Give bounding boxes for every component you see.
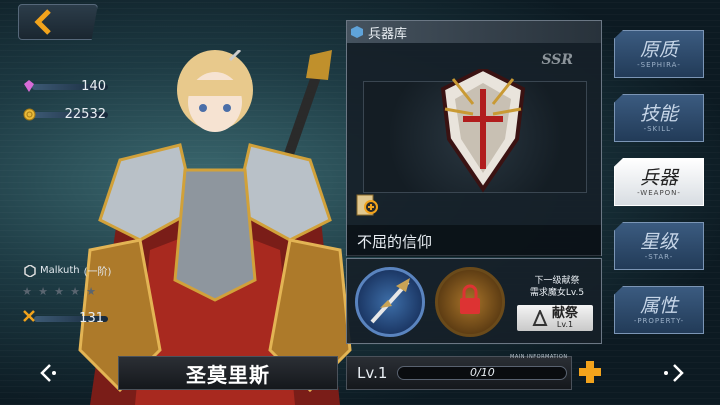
cube-icon bbox=[351, 26, 363, 38]
weapon-skill-row: 下一级献祭 需求魔女Lv.5 献祭 Lv.1 bbox=[346, 258, 602, 344]
star-icon: ★ bbox=[70, 285, 80, 298]
power-value: 131 bbox=[79, 310, 104, 326]
star-rating: ★ ★ ★ ★ ★ bbox=[20, 286, 98, 298]
weapon-panel: 兵器库 SSR 不屈的信仰 bbox=[346, 20, 602, 257]
lock-icon bbox=[460, 284, 480, 314]
character-name: 圣莫里斯 bbox=[118, 356, 338, 390]
offering-line-1: 下一级献祭 bbox=[534, 276, 580, 286]
offering-button-label: 献祭 bbox=[551, 306, 578, 321]
tab-label-en: -PROPERTY- bbox=[633, 317, 685, 325]
tab-label-cn: 原质 bbox=[639, 39, 678, 61]
back-button[interactable] bbox=[18, 4, 98, 40]
tab-label-en: -STAR- bbox=[644, 253, 674, 261]
star-icon: ★ bbox=[38, 285, 48, 298]
main-info-caption: MAIN INFORMATION bbox=[510, 354, 568, 360]
character-portrait bbox=[78, 50, 352, 405]
panel-header: 兵器库 bbox=[347, 21, 601, 43]
hexagon-icon bbox=[24, 264, 36, 277]
offering-line-2: 需求魔女Lv.5 bbox=[529, 288, 585, 298]
tab-label-cn: 兵器 bbox=[639, 167, 678, 189]
panel-title: 兵器库 bbox=[368, 26, 408, 42]
tab-label-cn: 技能 bbox=[639, 103, 678, 125]
tab-skill[interactable]: 技能 -SKILL- bbox=[614, 94, 704, 142]
next-character-button[interactable] bbox=[660, 358, 690, 388]
star-icon: ★ bbox=[54, 285, 64, 298]
level-label: Lv.1 bbox=[357, 364, 388, 382]
tab-label-en: -SKILL- bbox=[643, 125, 675, 133]
magnify-scroll-icon bbox=[356, 194, 378, 216]
locked-skill-icon[interactable] bbox=[435, 267, 505, 337]
exp-track: 0/10 bbox=[397, 366, 568, 380]
plus-icon bbox=[579, 361, 601, 383]
sephira-name: Malkuth bbox=[40, 265, 80, 276]
prev-character-button[interactable] bbox=[32, 358, 62, 388]
tab-property[interactable]: 属性 -PROPERTY- bbox=[614, 286, 704, 334]
weapon-name: 不屈的信仰 bbox=[347, 225, 601, 257]
level-bar: Lv.1 0/10 bbox=[346, 356, 572, 390]
chevron-right-icon bbox=[664, 364, 684, 382]
sacrifice-icon bbox=[532, 310, 548, 326]
offering-info: 下一级献祭 需求魔女Lv.5 bbox=[517, 275, 597, 299]
tab-weapon[interactable]: 兵器 -WEAPON- bbox=[614, 158, 704, 206]
sephira-rank: (一阶) bbox=[83, 267, 112, 278]
back-arrow-icon bbox=[34, 9, 51, 35]
exp-text: 0/10 bbox=[470, 366, 495, 379]
shield-weapon-image[interactable] bbox=[433, 69, 533, 193]
level-up-plus-button[interactable] bbox=[576, 358, 604, 386]
coin-value: 22532 bbox=[64, 106, 106, 122]
offering-button-level: Lv.1 bbox=[556, 320, 574, 329]
sephira-label: Malkuth (一阶) bbox=[24, 263, 111, 278]
tab-label-en: -SEPHIRA- bbox=[637, 61, 681, 69]
star-icon: ★ bbox=[86, 285, 96, 298]
sword-cross-icon bbox=[22, 309, 36, 327]
rarity-badge: SSR bbox=[541, 52, 573, 68]
chevron-left-icon bbox=[40, 364, 56, 382]
power-stat: 131 bbox=[22, 308, 108, 328]
tab-sephira[interactable]: 原质 -SEPHIRA- bbox=[614, 30, 704, 78]
crystal-counter: 140 bbox=[22, 76, 108, 96]
star-icon: ★ bbox=[22, 285, 32, 298]
offering-button[interactable]: 献祭 Lv.1 bbox=[517, 305, 593, 331]
crystal-icon bbox=[22, 79, 36, 93]
tab-label-en: -WEAPON- bbox=[637, 189, 681, 197]
coin-counter: 22532 bbox=[22, 104, 108, 124]
coin-icon bbox=[22, 107, 36, 121]
view-details-button[interactable] bbox=[355, 193, 381, 217]
wing-icon bbox=[370, 278, 410, 324]
weapon-skill-icon[interactable] bbox=[355, 267, 425, 337]
tab-star[interactable]: 星级 -STAR- bbox=[614, 222, 704, 270]
tab-label-cn: 属性 bbox=[639, 295, 678, 317]
crystal-value: 140 bbox=[81, 78, 106, 94]
tab-label-cn: 星级 bbox=[639, 231, 678, 253]
